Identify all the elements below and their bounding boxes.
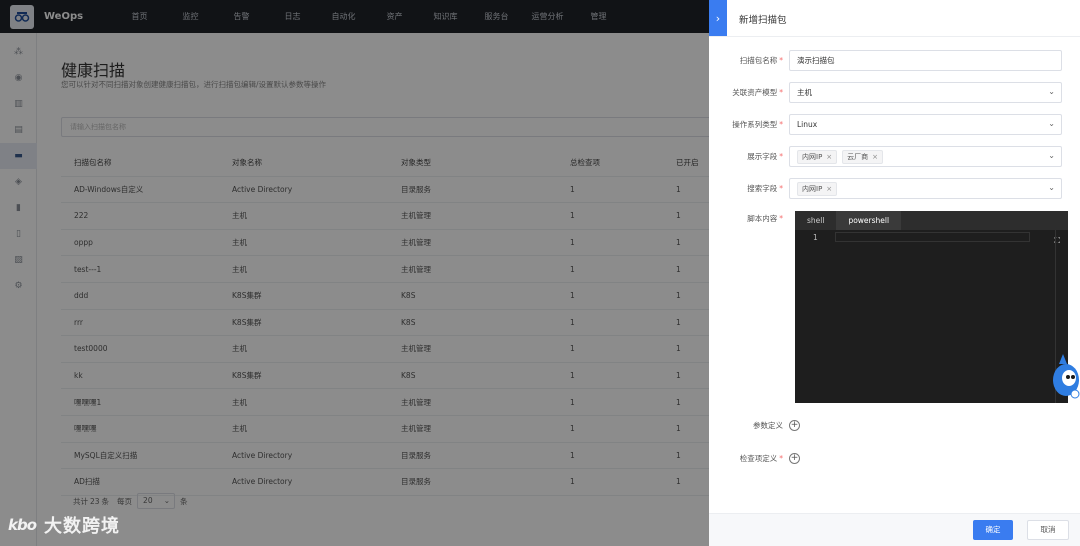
remove-tag-icon[interactable]: × <box>826 185 832 193</box>
line-number: 1 <box>813 233 818 242</box>
field-label: 搜索字段 * <box>747 184 783 193</box>
field-model: 关联资产模型 * 主机 ⌄ <box>709 82 1062 103</box>
search-fields-select[interactable]: 内网IP × ⌄ <box>789 178 1062 199</box>
remove-tag-icon[interactable]: × <box>872 153 878 161</box>
drawer-footer: 确定 取消 <box>709 513 1080 546</box>
name-value: 演示扫描包 <box>797 56 835 65</box>
field-label: 参数定义 <box>753 421 783 430</box>
collapse-drawer-button[interactable]: › <box>709 0 727 36</box>
field-name: 扫描包名称 * 演示扫描包 <box>709 50 1062 71</box>
tag-label: 云厂商 <box>847 152 869 161</box>
field-tag: 内网IP × <box>797 149 838 164</box>
chevron-down-icon: ⌄ <box>1048 151 1055 160</box>
field-label: 操作系列类型 * <box>732 120 783 129</box>
watermark: kbo 大数跨境 <box>8 512 120 538</box>
field-label: 关联资产模型 * <box>732 88 783 97</box>
field-params: 参数定义 + <box>709 420 800 431</box>
chevron-down-icon: ⌄ <box>1048 87 1055 96</box>
field-label: 检查项定义 * <box>739 454 783 463</box>
field-os: 操作系列类型 * Linux ⌄ <box>709 114 1062 135</box>
model-value: 主机 <box>797 88 812 97</box>
current-line <box>835 232 1030 242</box>
name-input[interactable]: 演示扫描包 <box>789 50 1062 71</box>
chevron-down-icon: ⌄ <box>1048 183 1055 192</box>
field-checks: 检查项定义 * + <box>709 453 800 464</box>
add-param-button[interactable]: + <box>789 420 800 431</box>
os-value: Linux <box>797 120 818 129</box>
field-tag: 内网IP × <box>797 181 838 196</box>
new-scan-package-drawer: › 新增扫描包 扫描包名称 * 演示扫描包 关联资产模型 * 主机 ⌄ 操作系列类型 *… <box>709 0 1080 546</box>
cancel-button[interactable]: 取消 <box>1027 520 1069 540</box>
field-label: 脚本内容 * <box>747 214 783 223</box>
chevron-right-icon: › <box>715 11 721 25</box>
tab-powershell[interactable]: powershell <box>836 211 902 230</box>
editor-tabs: shell powershell <box>795 211 1068 230</box>
assistant-mascot-icon[interactable] <box>1046 350 1080 402</box>
field-label: 展示字段 * <box>747 152 783 161</box>
confirm-button[interactable]: 确定 <box>973 520 1013 540</box>
drawer-divider <box>709 36 1080 37</box>
watermark-text: 大数跨境 <box>44 516 121 537</box>
field-label: 扫描包名称 * <box>739 56 783 65</box>
field-display: 展示字段 * 内网IP × 云厂商 × ⌄ <box>709 146 1062 167</box>
modal-overlay[interactable] <box>0 0 709 546</box>
os-select[interactable]: Linux ⌄ <box>789 114 1062 135</box>
display-fields-select[interactable]: 内网IP × 云厂商 × ⌄ <box>789 146 1062 167</box>
tag-label: 内网IP <box>802 152 823 161</box>
drawer-title: 新增扫描包 <box>739 15 787 26</box>
chevron-down-icon: ⌄ <box>1048 119 1055 128</box>
watermark-logo: kbo <box>8 516 37 534</box>
model-select[interactable]: 主机 ⌄ <box>789 82 1062 103</box>
field-search: 搜索字段 * 内网IP × ⌄ <box>709 178 1062 199</box>
add-check-button[interactable]: + <box>789 453 800 464</box>
field-script: 脚本内容 * <box>709 213 789 224</box>
remove-tag-icon[interactable]: × <box>826 153 832 161</box>
tag-label: 内网IP <box>802 184 823 193</box>
script-editor[interactable]: shell powershell 1 ⛶ <box>795 211 1068 403</box>
field-tag: 云厂商 × <box>842 149 884 164</box>
tab-shell[interactable]: shell <box>795 211 836 230</box>
